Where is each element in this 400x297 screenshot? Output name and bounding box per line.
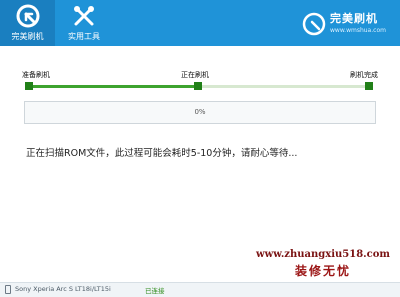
step-dot-complete <box>365 82 373 90</box>
device-name: Sony Xperia Arc S LT18i/LT15i <box>15 285 111 293</box>
connection-status: 已连接 <box>145 287 165 295</box>
step-track-fill <box>28 85 200 88</box>
phone-icon <box>5 285 11 294</box>
watermark-name: 装修无忧 <box>294 264 351 278</box>
step-label-prepare: 准备刷机 <box>22 71 50 79</box>
watermark: www.zhuangxiu518.com 装修无忧 <box>256 249 390 279</box>
status-message: 正在扫描ROM文件，此过程可能会耗时5-10分钟，请耐心等待... <box>26 148 298 159</box>
brand-name: 完美刷机 <box>330 12 378 25</box>
tab-tools-label: 实用工具 <box>68 32 100 41</box>
step-label-complete: 刷机完成 <box>350 71 378 79</box>
step-label-flashing: 正在刷机 <box>181 71 209 79</box>
progress-percent: 0% <box>194 108 206 116</box>
tools-icon <box>74 6 94 26</box>
refresh-icon <box>16 4 39 28</box>
top-toolbar: 完美刷机 实用工具 完美刷机 www.wmshua.com <box>0 0 400 46</box>
step-dot-flashing <box>194 82 202 90</box>
tab-tools[interactable]: 实用工具 <box>57 0 111 46</box>
step-dot-prepare <box>25 82 33 90</box>
tab-flash[interactable]: 完美刷机 <box>0 0 55 46</box>
tab-flash-label: 完美刷机 <box>11 32 44 41</box>
brand-url: www.wmshua.com <box>330 27 386 34</box>
status-bar: Sony Xperia Arc S LT18i/LT15i 已连接 <box>0 282 400 297</box>
brand-logo: 完美刷机 www.wmshua.com <box>302 6 392 40</box>
watermark-url: www.zhuangxiu518.com <box>256 249 390 260</box>
brand-logo-icon <box>302 12 326 36</box>
progress-bar: 0% <box>24 101 376 124</box>
